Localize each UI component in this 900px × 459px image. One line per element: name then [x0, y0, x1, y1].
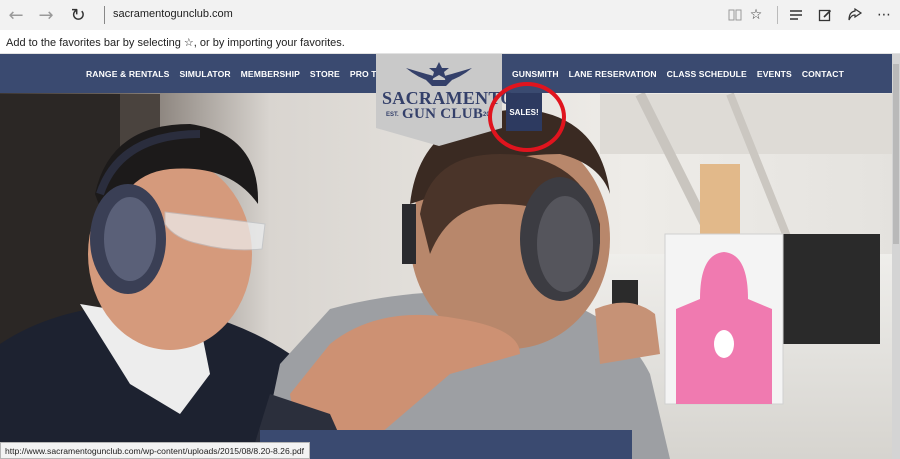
star-icon[interactable]: ☆	[746, 5, 766, 25]
logo-line2: GUN CLUB	[402, 106, 484, 122]
nav-store[interactable]: STORE	[310, 69, 340, 79]
nav-range-rentals[interactable]: RANGE & RENTALS	[86, 69, 169, 79]
nav-left-group: RANGE & RENTALS SIMULATOR MEMBERSHIP STO…	[86, 69, 414, 79]
refresh-icon[interactable]: ↻	[66, 4, 90, 26]
nav-membership[interactable]: MEMBERSHIP	[241, 69, 300, 79]
favorites-hint-bar: Add to the favorites bar by selecting ☆,…	[0, 30, 900, 54]
favorites-hint-text: Add to the favorites bar by selecting ☆,…	[6, 37, 345, 49]
toolbar-divider	[777, 6, 778, 24]
status-bar-url: http://www.sacramentogunclub.com/wp-cont…	[0, 442, 311, 459]
web-page: RANGE & RENTALS SIMULATOR MEMBERSHIP STO…	[0, 54, 900, 459]
nav-events[interactable]: EVENTS	[757, 69, 792, 79]
nav-class-schedule[interactable]: CLASS SCHEDULE	[667, 69, 747, 79]
back-arrow-icon[interactable]: ←	[4, 4, 28, 26]
nav-gunsmith[interactable]: GUNSMITH	[512, 69, 559, 79]
forward-arrow-icon[interactable]: →	[34, 4, 58, 26]
nav-simulator[interactable]: SIMULATOR	[179, 69, 230, 79]
browser-toolbar: ← → ↻ sacramentogunclub.com ☆ ⋯	[0, 0, 900, 30]
nav-right-group: GUNSMITH LANE RESERVATION CLASS SCHEDULE…	[512, 69, 844, 79]
page-scrollbar-thumb[interactable]	[893, 64, 899, 244]
share-icon[interactable]	[845, 5, 865, 25]
address-bar[interactable]: sacramentogunclub.com	[113, 8, 233, 20]
logo-est: EST.	[386, 112, 399, 118]
reading-view-icon[interactable]	[725, 5, 745, 25]
nav-lane-reservation[interactable]: LANE RESERVATION	[569, 69, 657, 79]
address-divider	[104, 6, 105, 24]
annotation-circle	[488, 82, 566, 152]
more-icon[interactable]: ⋯	[874, 5, 894, 25]
web-note-icon[interactable]	[815, 5, 835, 25]
content-panel-top	[260, 430, 632, 459]
site-logo[interactable]: SACRAMENTO EST. GUN CLUB 20	[376, 54, 514, 146]
hub-icon[interactable]	[786, 5, 806, 25]
nav-contact[interactable]: CONTACT	[802, 69, 844, 79]
